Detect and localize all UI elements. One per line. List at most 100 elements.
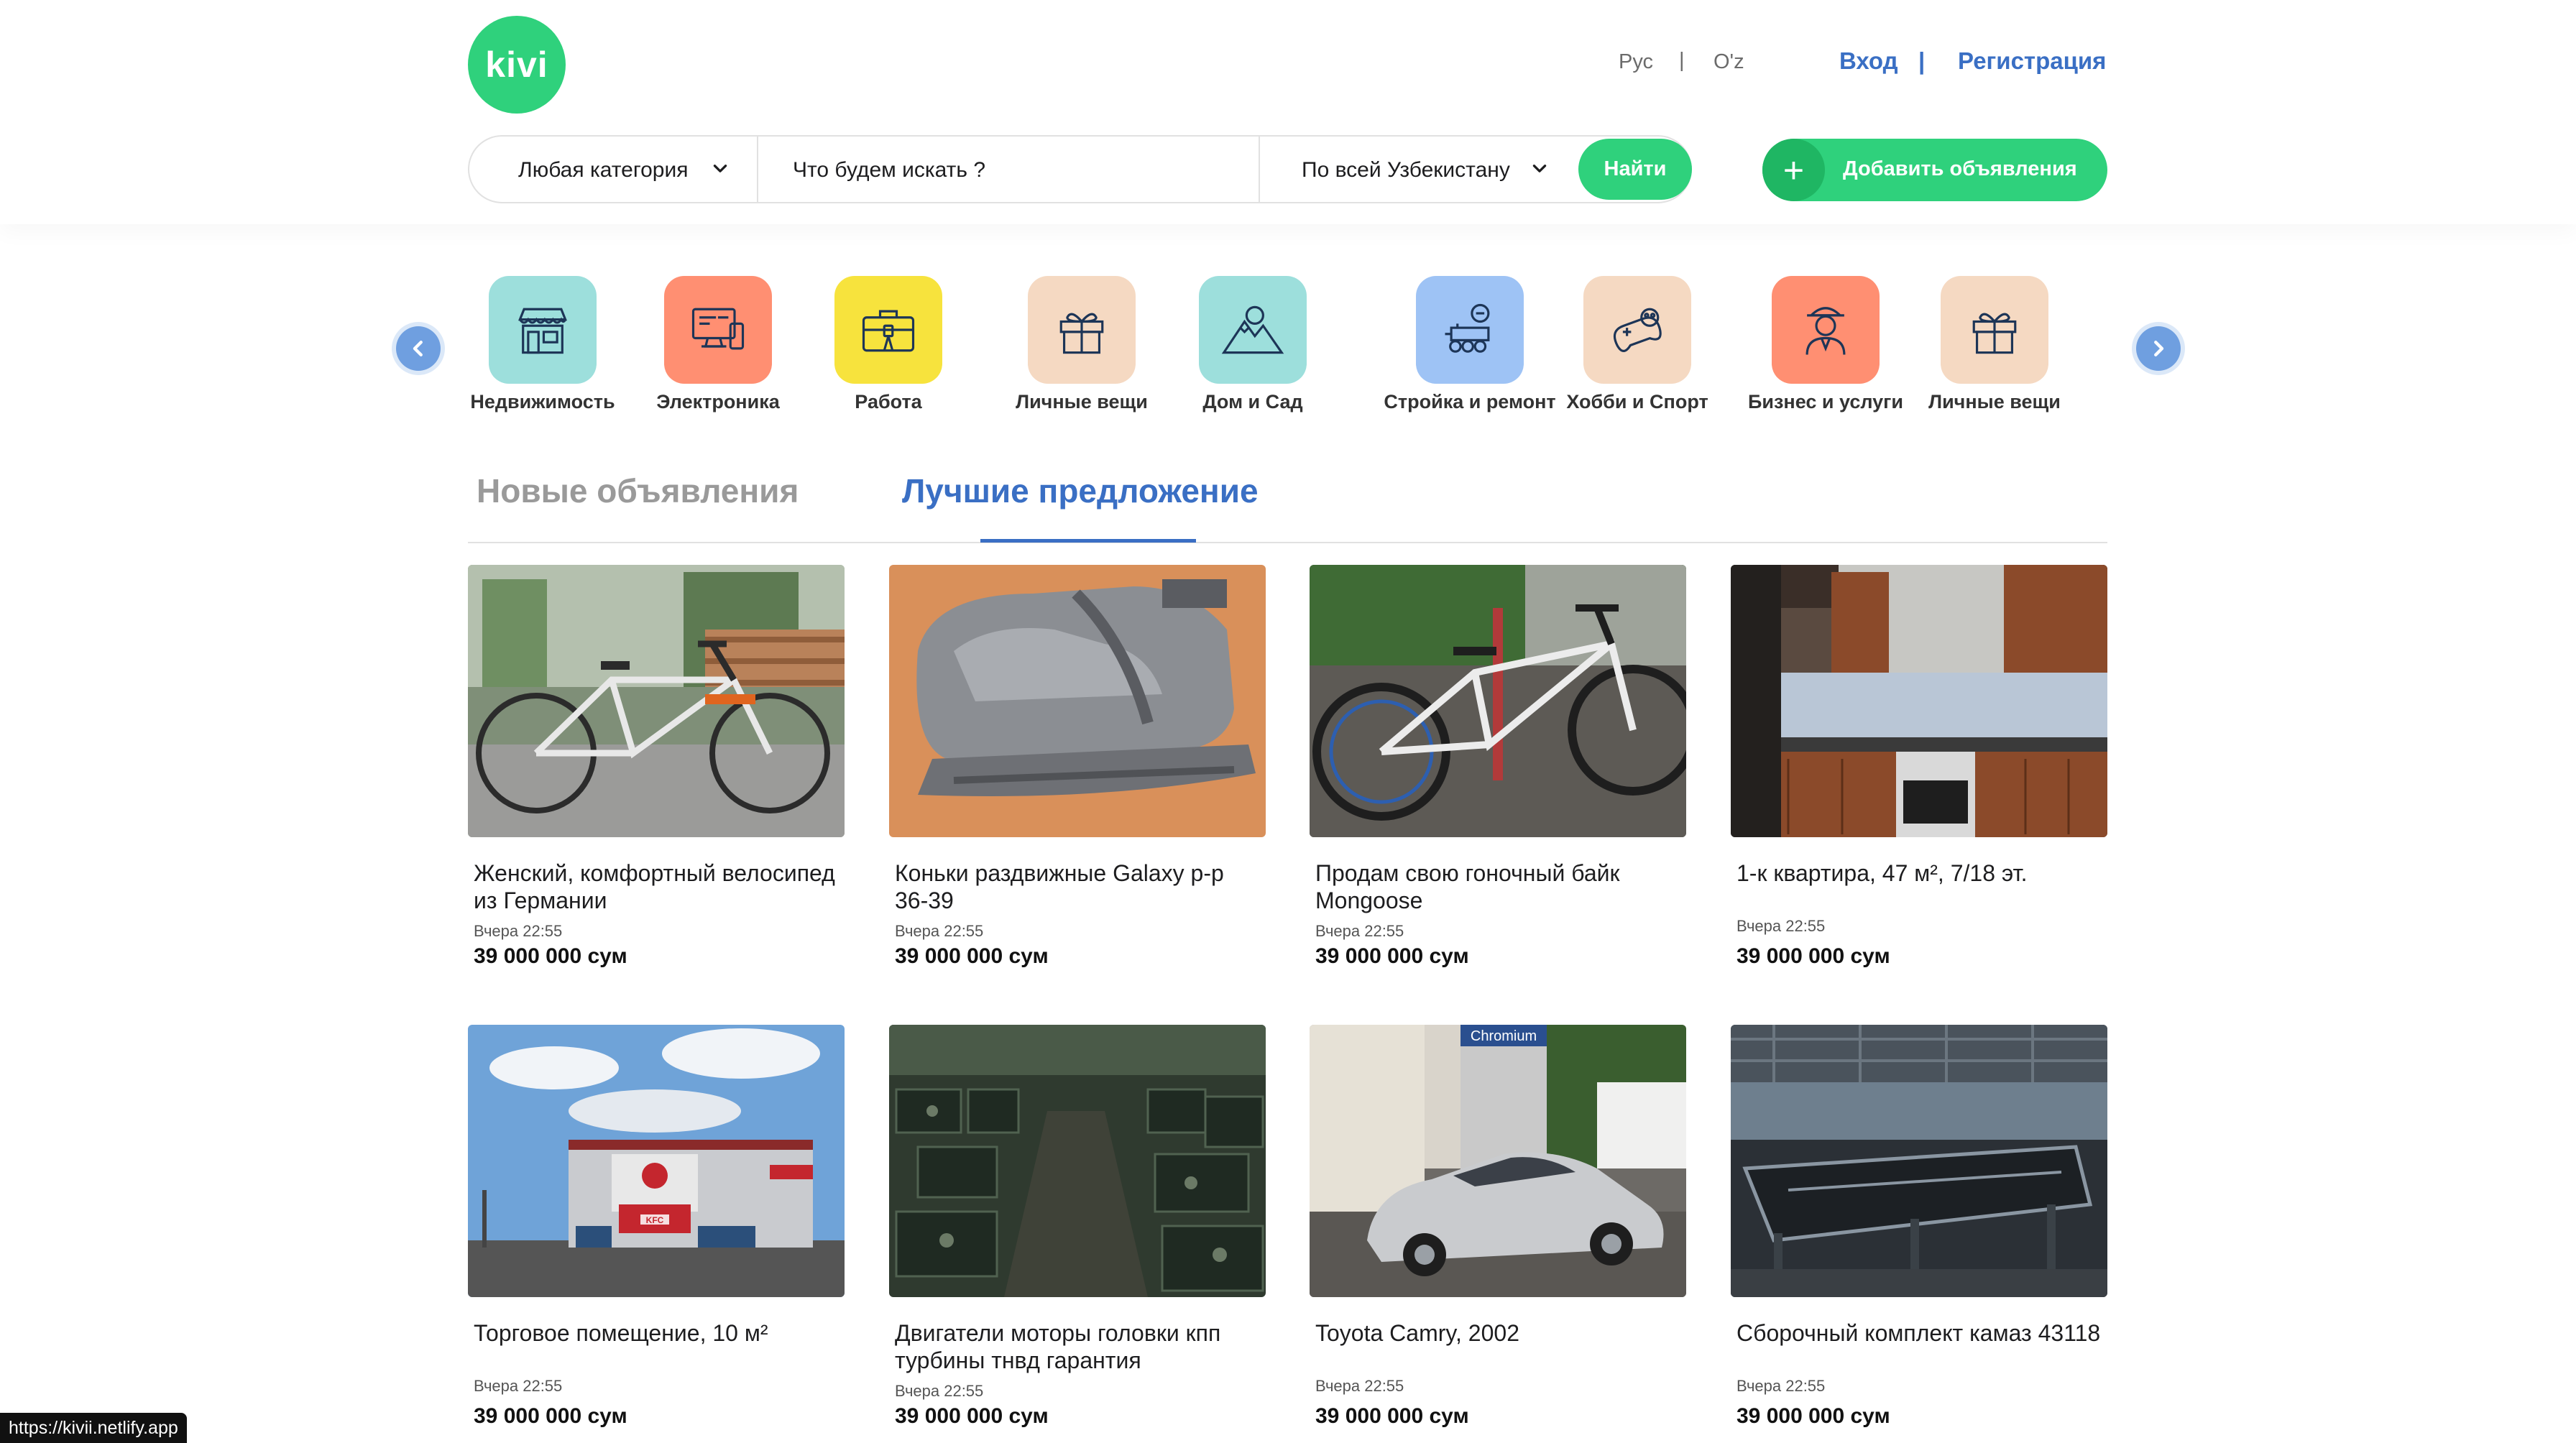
category-electronics[interactable]: Электроника xyxy=(656,276,780,412)
listing-title[interactable]: 1-к квартира, 47 м², 7/18 эт. xyxy=(1736,859,2103,887)
region-select-label: По всей Узбекистану xyxy=(1302,158,1510,182)
category-label: Электроника xyxy=(656,391,780,412)
listing-title[interactable]: Коньки раздвижные Galaxy р-р 36-39 xyxy=(895,859,1261,914)
category-label: Личные вещи xyxy=(1928,391,2061,412)
listing-title[interactable]: Женский, комфортный велосипед из Германи… xyxy=(474,859,840,914)
category-real-estate[interactable]: Недвижимость xyxy=(470,276,615,412)
search-bar: Любая категория Что будем искать ? По вс… xyxy=(468,135,1692,203)
carousel-next-button[interactable] xyxy=(2136,326,2181,371)
listing-title[interactable]: Двигатели моторы головки кпп турбины тнв… xyxy=(895,1319,1261,1374)
login-link[interactable]: Вход xyxy=(1839,47,1898,75)
listing-photo[interactable]: KFC xyxy=(468,1025,845,1297)
shop-icon xyxy=(518,308,567,354)
category-jobs[interactable]: Работа xyxy=(834,276,942,412)
listing-price: 39 000 000 сум xyxy=(474,944,627,968)
factory-photo xyxy=(1731,1025,2107,1297)
category-tile xyxy=(1772,276,1880,384)
listing-card[interactable]: Сборочный комплект камаз 43118 Вчера 22:… xyxy=(1731,1025,2107,1428)
plus-icon: + xyxy=(1762,139,1825,201)
category-select[interactable]: Любая категория xyxy=(469,137,757,202)
listing-price: 39 000 000 сум xyxy=(895,1404,1049,1428)
listing-card[interactable]: Двигатели моторы головки кпп турбины тнв… xyxy=(889,1025,1266,1428)
listing-title[interactable]: Сборочный комплект камаз 43118 xyxy=(1736,1319,2103,1347)
listing-date: Вчера 22:55 xyxy=(474,1377,563,1395)
computer-icon xyxy=(691,308,745,350)
listing-date: Вчера 22:55 xyxy=(895,1382,984,1400)
add-listing-button[interactable]: + Добавить объявления xyxy=(1762,139,2107,201)
lang-uz-link[interactable]: O'z xyxy=(1714,50,1744,74)
bicycle-photo xyxy=(468,565,845,837)
category-personal-items[interactable]: Личные вещи xyxy=(1016,276,1148,412)
category-tile xyxy=(489,276,597,384)
category-business[interactable]: Бизнес и услуги xyxy=(1748,276,1903,412)
category-construction[interactable]: Стройка и ремонт xyxy=(1384,276,1556,412)
listing-photo[interactable] xyxy=(1731,1025,2107,1297)
gift-icon xyxy=(1972,313,2017,354)
search-input[interactable]: Что будем искать ? xyxy=(758,137,1259,202)
category-tile xyxy=(1941,276,2048,384)
svg-text:Chromium: Chromium xyxy=(1471,1028,1537,1044)
listing-price: 39 000 000 сум xyxy=(1736,944,1890,968)
listing-title[interactable]: Продам свою гоночный байк Mongoose xyxy=(1315,859,1682,914)
listing-photo[interactable] xyxy=(468,565,845,837)
region-select[interactable]: По всей Узбекистану xyxy=(1260,137,1576,202)
gift-icon xyxy=(1059,313,1104,354)
category-tile xyxy=(1583,276,1691,384)
add-listing-label: Добавить объявления xyxy=(1843,157,2077,180)
listing-card[interactable]: Продам свою гоночный байк Mongoose Вчера… xyxy=(1310,565,1686,968)
listing-card[interactable]: 1-к квартира, 47 м², 7/18 эт. Вчера 22:5… xyxy=(1731,565,2107,968)
listing-price: 39 000 000 сум xyxy=(895,944,1049,968)
listing-title[interactable]: Toyota Camry, 2002 xyxy=(1315,1319,1682,1347)
businessman-icon xyxy=(1806,307,1846,355)
shopping-mall-photo: KFC xyxy=(468,1025,845,1297)
category-home-garden[interactable]: Дом и Сад xyxy=(1199,276,1307,412)
listing-price: 39 000 000 сум xyxy=(474,1404,627,1428)
register-link[interactable]: Регистрация xyxy=(1958,47,2106,75)
category-label: Дом и Сад xyxy=(1202,391,1303,412)
logo[interactable]: kivi xyxy=(468,16,566,114)
status-bar-url: https://kivii.netlify.app xyxy=(0,1413,187,1443)
category-hobby-sport[interactable]: Хобби и Спорт xyxy=(1566,276,1708,412)
category-label: Стройка и ремонт xyxy=(1384,391,1556,412)
category-label: Работа xyxy=(855,391,922,412)
listing-photo[interactable] xyxy=(1310,565,1686,837)
category-label: Бизнес и услуги xyxy=(1747,391,1904,412)
listing-date: Вчера 22:55 xyxy=(1315,922,1404,940)
tab-new-listings[interactable]: Новые объявления xyxy=(477,471,799,510)
category-personal-items-2[interactable]: Личные вещи xyxy=(1928,276,2061,412)
toyota-camry-photo: Chromium xyxy=(1310,1025,1686,1297)
listing-date: Вчера 22:55 xyxy=(1736,1377,1826,1395)
lang-separator: | xyxy=(1679,49,1685,72)
engines-photo xyxy=(889,1025,1266,1297)
auth-separator: | xyxy=(1918,47,1926,74)
listing-photo[interactable] xyxy=(1731,565,2107,837)
tabs-divider xyxy=(468,542,2107,543)
listing-date: Вчера 22:55 xyxy=(474,922,563,940)
listing-card[interactable]: Коньки раздвижные Galaxy р-р 36-39 Вчера… xyxy=(889,565,1266,968)
carousel-prev-button[interactable] xyxy=(396,326,441,371)
listing-photo[interactable]: Chromium xyxy=(1310,1025,1686,1297)
find-button[interactable]: Найти xyxy=(1578,139,1692,200)
svg-text:KFC: KFC xyxy=(646,1215,664,1225)
category-label: Личные вещи xyxy=(1016,391,1148,412)
tab-best-offers[interactable]: Лучшие предложение xyxy=(902,471,1259,510)
listing-photo[interactable] xyxy=(889,565,1266,837)
category-tile xyxy=(1199,276,1307,384)
listing-card[interactable]: KFC Торговое помещение, 10 м² Вчера 22:5… xyxy=(468,1025,845,1428)
mountain-icon xyxy=(1221,305,1284,354)
listing-title[interactable]: Торговое помещение, 10 м² xyxy=(474,1319,840,1347)
chevron-left-icon xyxy=(413,341,423,356)
kitchen-photo xyxy=(1731,565,2107,837)
listing-photo[interactable] xyxy=(889,1025,1266,1297)
listing-price: 39 000 000 сум xyxy=(1315,944,1469,968)
header: kivi Рус | O'z Вход | Регистрация Любая … xyxy=(0,0,2576,224)
briefcase-icon xyxy=(862,310,915,352)
listing-card[interactable]: Женский, комфортный велосипед из Германи… xyxy=(468,565,845,968)
chevron-right-icon xyxy=(2154,341,2164,356)
category-tile xyxy=(834,276,942,384)
listing-date: Вчера 22:55 xyxy=(1315,1377,1404,1395)
listing-date: Вчера 22:55 xyxy=(895,922,984,940)
lang-ru-link[interactable]: Рус xyxy=(1619,50,1653,74)
listing-card[interactable]: Chromium Toyota Camry, 2002 Вчера 22:55 … xyxy=(1310,1025,1686,1428)
category-label: Недвижимость xyxy=(470,391,615,412)
